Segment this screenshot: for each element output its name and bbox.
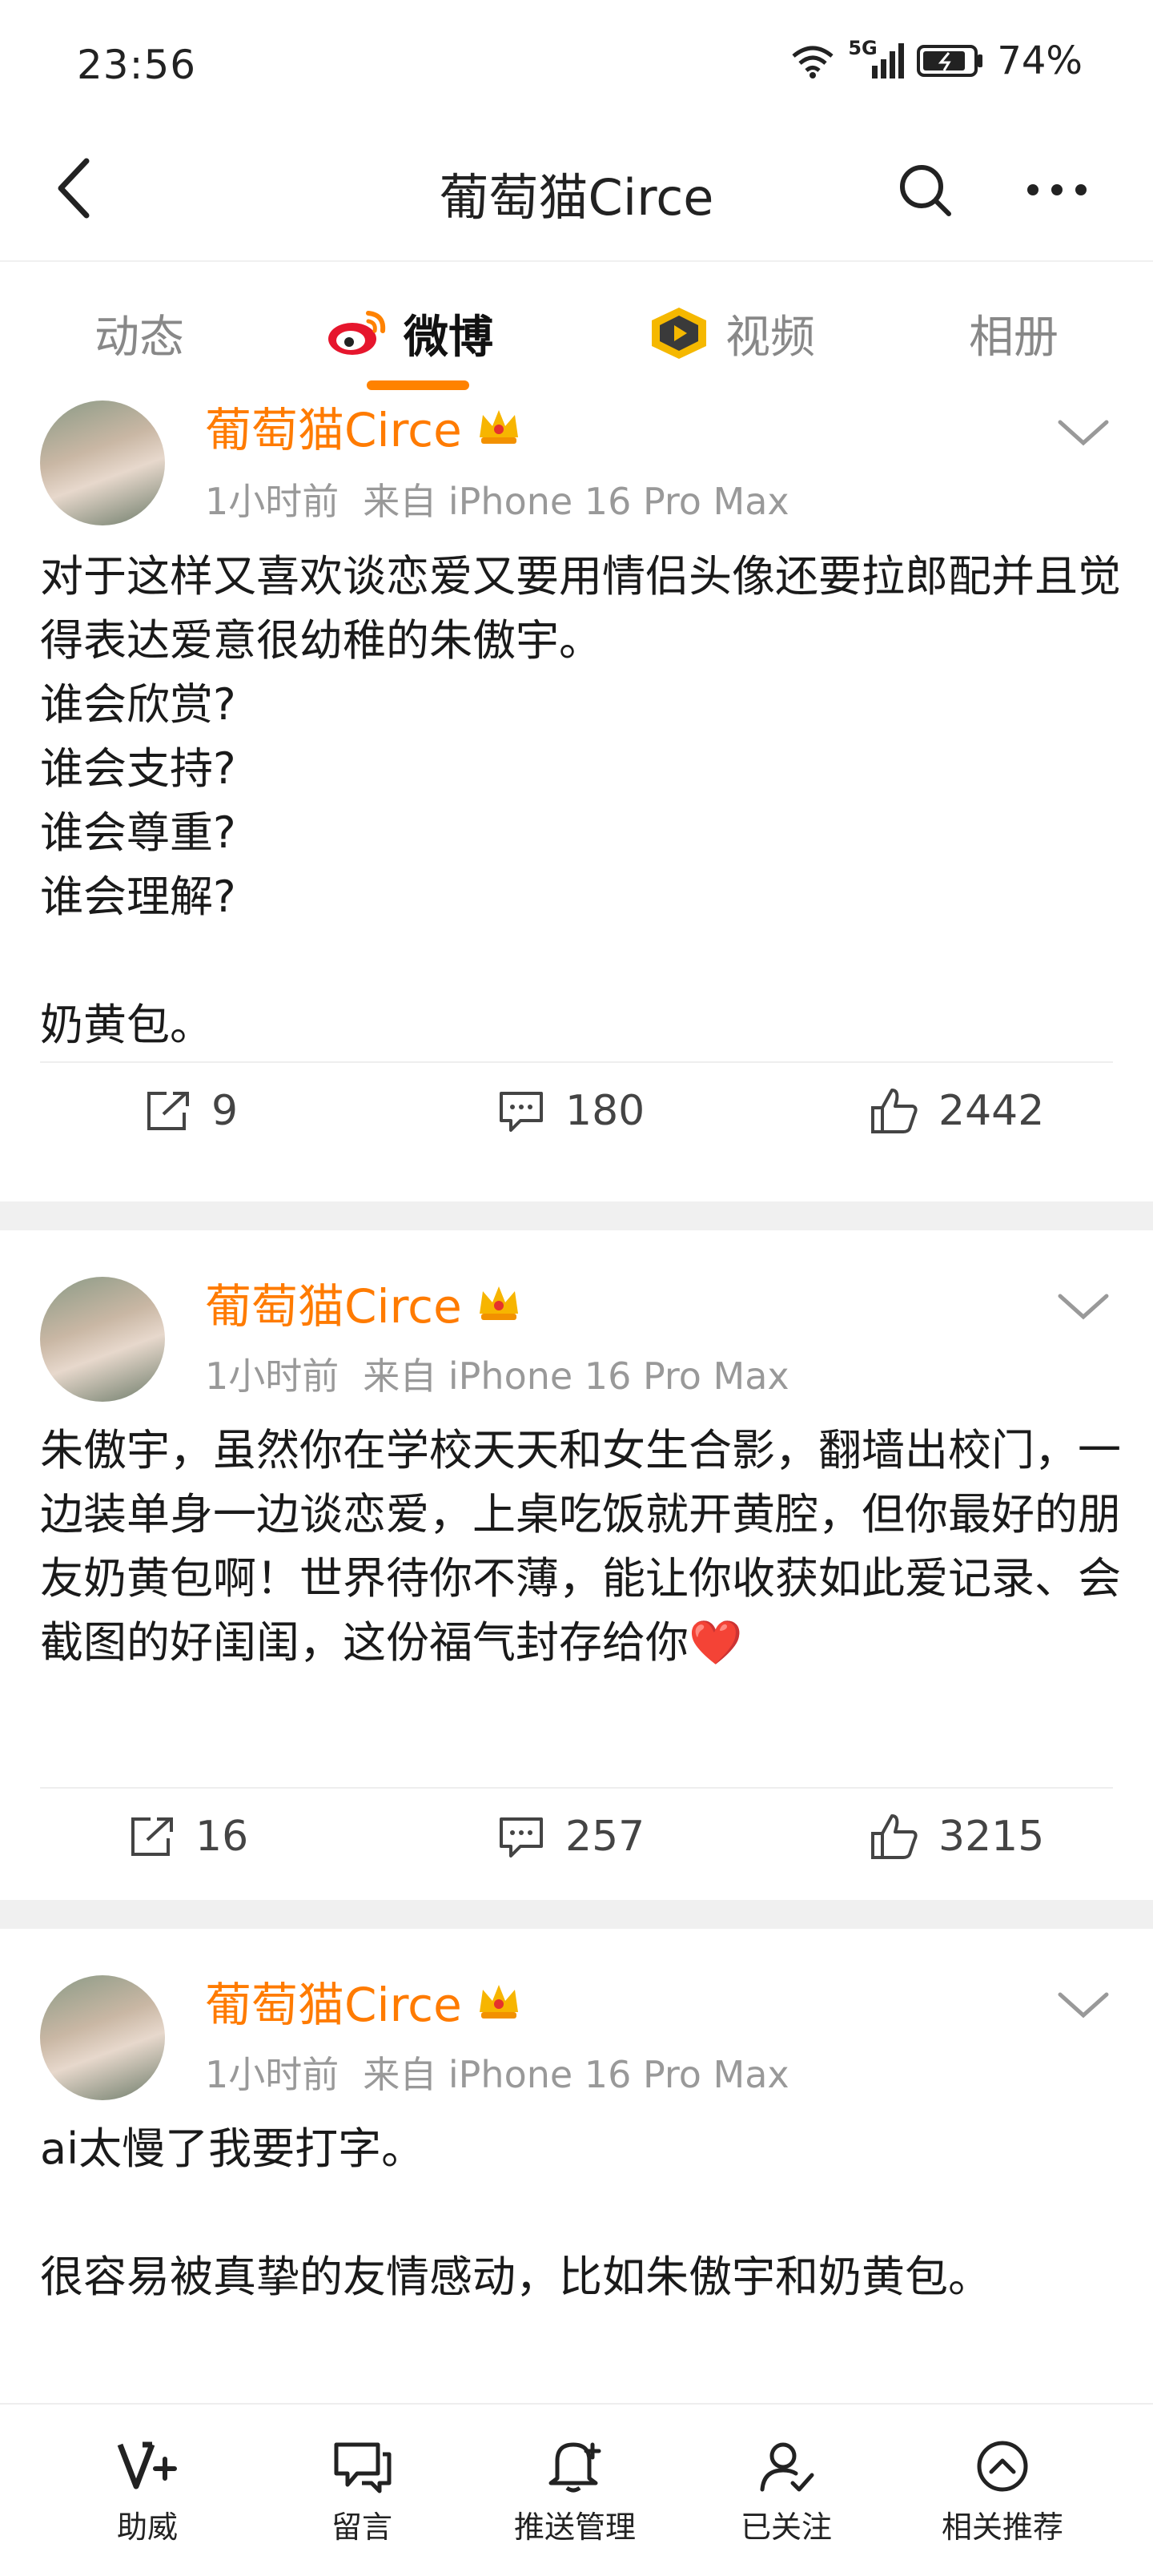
post-actions: 16 257 3215 bbox=[0, 1789, 1153, 1885]
user-check-icon bbox=[760, 2442, 814, 2492]
repost-icon bbox=[147, 1092, 189, 1130]
status-bar: 23:56 5G 74% bbox=[0, 0, 1153, 128]
active-tab-indicator bbox=[367, 380, 469, 390]
post-time: 1小时前 bbox=[205, 2053, 339, 2096]
weibo-logo-icon bbox=[328, 311, 386, 355]
bottom-label: 留言 bbox=[331, 2510, 392, 2545]
post-author[interactable]: 葡萄猫Circe bbox=[205, 1269, 523, 1336]
profile-tabs: 动态 微博 视频 相册 bbox=[0, 260, 1153, 400]
post-source: 来自 iPhone 16 Pro Max bbox=[363, 2053, 789, 2096]
chevron-up-circle-icon bbox=[977, 2441, 1028, 2492]
message-icon bbox=[334, 2442, 392, 2493]
tab-video[interactable]: 视频 bbox=[647, 297, 815, 369]
post-separator bbox=[0, 1201, 1153, 1230]
like-button[interactable]: 2442 bbox=[868, 1063, 1044, 1159]
signal-icon: 5G bbox=[848, 37, 905, 80]
tab-label: 相册 bbox=[969, 311, 1059, 364]
repost-button[interactable]: 9 bbox=[144, 1063, 238, 1159]
post-card: 葡萄猫Circe 1小时前 来自 iPhone 16 Pro Max 对于这样又… bbox=[0, 400, 1153, 1201]
post-actions: 9 180 2442 bbox=[0, 1063, 1153, 1159]
feed: 葡萄猫Circe 1小时前 来自 iPhone 16 Pro Max 对于这样又… bbox=[0, 400, 1153, 2403]
thumbs-up-icon bbox=[871, 1089, 918, 1133]
comment-count: 180 bbox=[565, 1087, 645, 1135]
wifi-icon bbox=[792, 46, 834, 78]
post-author[interactable]: 葡萄猫Circe bbox=[205, 1967, 523, 2035]
tab-activity[interactable]: 动态 bbox=[94, 297, 184, 369]
comment-button[interactable]: 180 bbox=[496, 1063, 645, 1159]
post-time: 1小时前 bbox=[205, 1354, 339, 1398]
chevron-down-icon[interactable] bbox=[1055, 1985, 1111, 2025]
tab-label: 视频 bbox=[725, 311, 815, 364]
like-count: 3215 bbox=[938, 1813, 1045, 1861]
bottom-label: 已关注 bbox=[740, 2510, 832, 2545]
related-recommend-button[interactable]: 相关推荐 bbox=[922, 2438, 1083, 2546]
comment-button[interactable]: 257 bbox=[496, 1789, 645, 1885]
repost-count: 9 bbox=[211, 1087, 239, 1135]
post-text: 对于这样又喜欢谈恋爱又要用情侣头像还要拉郎配并且觉得表达爱意很幼稚的朱傲宇。 谁… bbox=[40, 551, 1121, 1050]
status-time: 23:56 bbox=[77, 42, 197, 88]
post-meta: 1小时前 来自 iPhone 16 Pro Max bbox=[205, 1347, 789, 1400]
more-dots-icon bbox=[1027, 184, 1087, 195]
post-source: 来自 iPhone 16 Pro Max bbox=[363, 1354, 789, 1398]
author-name: 葡萄猫Circe bbox=[205, 1978, 462, 2032]
video-icon bbox=[652, 308, 706, 359]
tab-weibo[interactable]: 微博 bbox=[327, 297, 493, 369]
bottom-action-bar: 助威 留言 推送管理 已关注 相关推荐 bbox=[0, 2403, 1153, 2576]
battery-percent: 74% bbox=[997, 38, 1083, 83]
post-card: 葡萄猫Circe 1小时前 来自 iPhone 16 Pro Max 朱傲宇，虽… bbox=[0, 1230, 1153, 1915]
avatar[interactable] bbox=[40, 1975, 165, 2100]
avatar[interactable] bbox=[40, 400, 165, 525]
bottom-label: 助威 bbox=[116, 2510, 178, 2545]
cheer-icon bbox=[117, 2441, 177, 2489]
like-count: 2442 bbox=[938, 1087, 1045, 1135]
bottom-label: 相关推荐 bbox=[941, 2510, 1063, 2545]
post-author[interactable]: 葡萄猫Circe bbox=[205, 400, 523, 460]
author-name: 葡萄猫Circe bbox=[205, 1279, 462, 1334]
post-meta: 1小时前 来自 iPhone 16 Pro Max bbox=[205, 473, 789, 525]
bell-icon bbox=[548, 2442, 601, 2493]
chevron-down-icon[interactable] bbox=[1055, 413, 1111, 453]
tab-label: 动态 bbox=[94, 311, 184, 364]
repost-button[interactable]: 16 bbox=[128, 1789, 248, 1885]
tab-album[interactable]: 相册 bbox=[969, 297, 1059, 369]
battery-icon bbox=[917, 45, 983, 77]
message-button[interactable]: 留言 bbox=[282, 2438, 442, 2546]
crown-badge-icon bbox=[479, 1985, 518, 2019]
thumbs-up-icon bbox=[871, 1814, 918, 1859]
post-source: 来自 iPhone 16 Pro Max bbox=[363, 480, 789, 523]
post-text: ai太慢了我要打字。 很容易被真挚的友情感动，比如朱傲宇和奶黄包。 bbox=[40, 2123, 991, 2302]
avatar[interactable] bbox=[40, 1277, 165, 1402]
chevron-down-icon[interactable] bbox=[1055, 1286, 1111, 1326]
post-meta: 1小时前 来自 iPhone 16 Pro Max bbox=[205, 2046, 789, 2099]
cheer-button[interactable]: 助威 bbox=[67, 2438, 227, 2546]
post-text: 朱傲宇，虽然你在学校天天和女生合影，翻墙出校门，一边装单身一边谈恋爱，上桌吃饭就… bbox=[40, 1425, 1121, 1668]
post-time: 1小时前 bbox=[205, 480, 339, 523]
repost-count: 16 bbox=[195, 1813, 249, 1861]
crown-badge-icon bbox=[479, 410, 518, 444]
search-button[interactable] bbox=[889, 154, 961, 226]
comment-count: 257 bbox=[565, 1813, 645, 1861]
status-icons: 5G 74% bbox=[790, 37, 1083, 83]
page-title: 葡萄猫Circe bbox=[439, 168, 714, 227]
push-settings-button[interactable]: 推送管理 bbox=[495, 2438, 655, 2546]
like-button[interactable]: 3215 bbox=[868, 1789, 1044, 1885]
bottom-label: 推送管理 bbox=[513, 2510, 636, 2545]
post-separator bbox=[0, 1900, 1153, 1929]
crown-badge-icon bbox=[479, 1286, 518, 1320]
following-button[interactable]: 已关注 bbox=[706, 2438, 866, 2546]
comment-icon bbox=[500, 1092, 543, 1132]
nav-bar: 葡萄猫Circe bbox=[0, 128, 1153, 248]
search-icon bbox=[900, 165, 951, 216]
repost-icon bbox=[131, 1817, 173, 1856]
author-name: 葡萄猫Circe bbox=[205, 403, 462, 457]
comment-icon bbox=[500, 1817, 543, 1858]
post-card: 葡萄猫Circe 1小时前 来自 iPhone 16 Pro Max ai太慢了… bbox=[0, 1929, 1153, 2403]
tab-label: 微博 bbox=[404, 311, 493, 364]
more-button[interactable] bbox=[1017, 154, 1097, 226]
